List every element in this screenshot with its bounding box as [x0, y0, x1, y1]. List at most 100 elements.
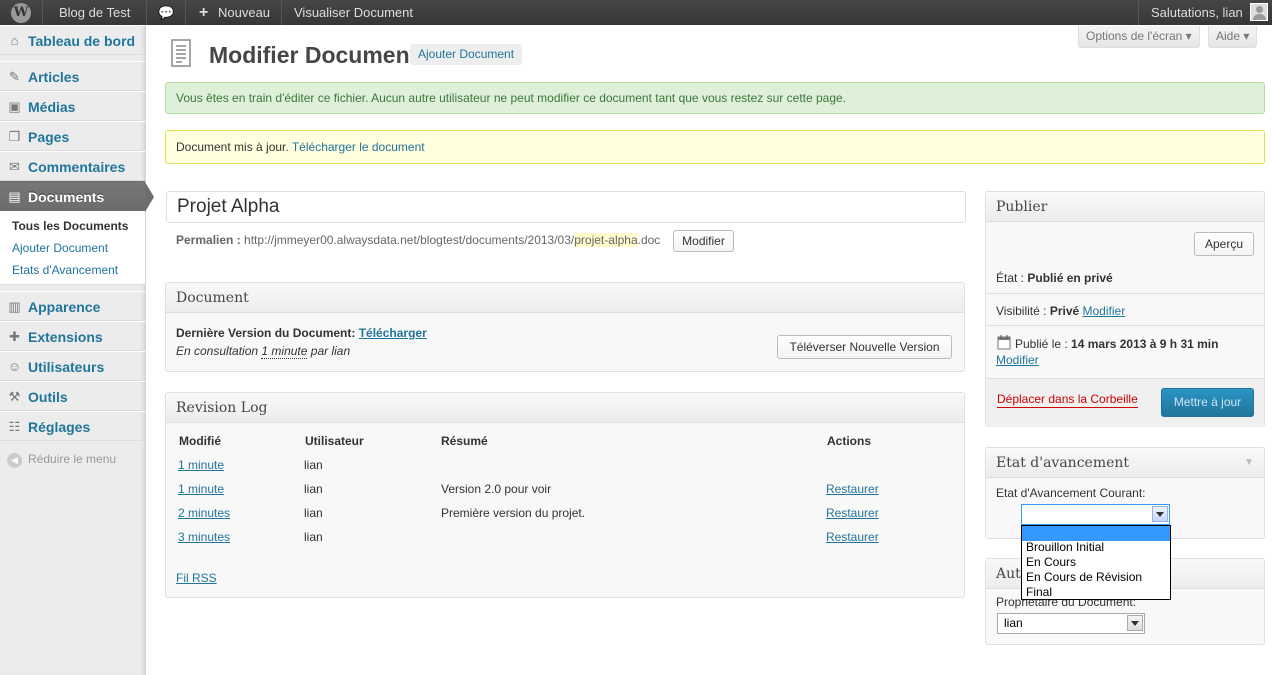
- visibility-label: Visibilité :: [996, 304, 1047, 318]
- column-actions: Actions: [827, 434, 872, 448]
- edit-visibility-link[interactable]: Modifier: [1083, 304, 1126, 318]
- toggle-arrow-icon[interactable]: ▼: [1244, 448, 1254, 478]
- collapse-arrow-icon: ◀: [7, 453, 22, 468]
- published-label: Publié le :: [1015, 337, 1068, 351]
- divider: [986, 293, 1264, 294]
- collapse-menu-button[interactable]: ◀ Réduire le menu: [7, 452, 116, 468]
- column-modified: Modifié: [179, 434, 221, 448]
- select-arrow-icon[interactable]: [1127, 615, 1143, 631]
- submenu-workflow-states[interactable]: Etats d'Avancement: [12, 263, 118, 277]
- menu-label: Utilisateurs: [28, 359, 105, 375]
- admin-bar-separator: [146, 0, 147, 25]
- submenu-add-document[interactable]: Ajouter Document: [12, 241, 108, 255]
- postbox-title[interactable]: Document: [166, 283, 964, 313]
- add-document-button[interactable]: Ajouter Document: [410, 44, 523, 65]
- greeting-link[interactable]: Salutations, lian: [1151, 0, 1243, 25]
- revision-summary: Première version du projet.: [441, 506, 586, 520]
- permalink-slug[interactable]: projet-alpha: [574, 233, 638, 247]
- revision-modified-link[interactable]: 1 minute: [178, 482, 224, 496]
- menu-label: Pages: [28, 129, 70, 145]
- menu-label: Outils: [28, 389, 68, 405]
- post-status: État : Publié en privé: [996, 271, 1113, 285]
- edit-lock-notice: Vous êtes en train d'éditer ce fichier. …: [165, 82, 1265, 114]
- revision-summary: Version 2.0 pour voir: [441, 482, 552, 496]
- view-document-link[interactable]: Visualiser Document: [294, 0, 413, 25]
- screen-options-button[interactable]: Options de l'écran ▾: [1078, 26, 1200, 48]
- menu-item-users[interactable]: ☺ Utilisateurs: [0, 351, 145, 381]
- menu-item-tools[interactable]: ⚒ Outils: [0, 381, 145, 411]
- menu-item-settings[interactable]: ☷ Réglages: [0, 411, 145, 441]
- revision-user: lian: [304, 458, 323, 472]
- updated-notice: Document mis à jour. Télécharger le docu…: [165, 130, 1265, 164]
- page-title: Modifier Document: [209, 42, 418, 68]
- option-final[interactable]: Final: [1022, 585, 1170, 600]
- admin-bar-separator: [281, 0, 282, 25]
- workflow-title: Etat d'avancement: [996, 455, 1130, 471]
- admin-menu: ⌂ Tableau de bord ✎ Articles ▣ Médias ❐ …: [0, 25, 154, 675]
- permalink: Permalien : http://jmmeyer00.alwaysdata.…: [176, 233, 660, 247]
- postbox-title[interactable]: Etat d'avancement ▼: [986, 448, 1264, 478]
- revision-user: lian: [304, 506, 323, 520]
- menu-item-documents[interactable]: ▤ Documents: [0, 181, 154, 212]
- admin-bar: W Blog de Test 💬 + Nouveau Visualiser Do…: [0, 0, 1272, 25]
- menu-item-media[interactable]: ▣ Médias: [0, 91, 145, 121]
- wordpress-logo-icon[interactable]: W: [11, 3, 31, 23]
- update-button[interactable]: Mettre à jour: [1161, 388, 1254, 417]
- option-in-progress[interactable]: En Cours: [1022, 555, 1170, 570]
- restore-revision-link[interactable]: Restaurer: [826, 482, 879, 496]
- pages-icon: ❐: [8, 129, 21, 144]
- help-button[interactable]: Aide ▾: [1208, 26, 1258, 48]
- updated-text: Document mis à jour.: [176, 140, 289, 154]
- menu-item-dashboard[interactable]: ⌂ Tableau de bord: [0, 25, 145, 55]
- column-summary: Résumé: [441, 434, 488, 448]
- option-initial-draft[interactable]: Brouillon Initial: [1022, 540, 1170, 555]
- menu-item-comments[interactable]: ✉ Commentaires: [0, 151, 145, 181]
- plus-icon[interactable]: +: [199, 0, 208, 25]
- post-title-input[interactable]: Projet Alpha: [166, 191, 966, 223]
- select-arrow-icon[interactable]: [1152, 506, 1168, 522]
- download-latest-link[interactable]: Télécharger: [359, 326, 427, 340]
- postbox-title[interactable]: Publier: [986, 192, 1264, 222]
- document-owner-select[interactable]: lian: [997, 613, 1145, 634]
- revision-modified-link[interactable]: 3 minutes: [178, 530, 230, 544]
- menu-item-plugins[interactable]: ✚ Extensions: [0, 321, 145, 351]
- submenu-all-documents[interactable]: Tous les Documents: [12, 219, 128, 233]
- rss-feed-link[interactable]: Fil RSS: [176, 571, 217, 585]
- revision-user: lian: [304, 530, 323, 544]
- revision-modified-link[interactable]: 1 minute: [178, 458, 224, 472]
- edit-permalink-button[interactable]: Modifier: [673, 230, 734, 252]
- site-name-link[interactable]: Blog de Test: [59, 0, 130, 25]
- comments-icon[interactable]: 💬: [158, 0, 174, 25]
- pin-icon: ✎: [9, 69, 20, 84]
- move-to-trash-link[interactable]: Déplacer dans la Corbeille: [997, 392, 1138, 408]
- latest-version-label: Dernière Version du Document: Télécharge…: [176, 326, 427, 340]
- new-content-link[interactable]: Nouveau: [218, 0, 270, 25]
- upload-new-version-button[interactable]: Téléverser Nouvelle Version: [777, 335, 952, 359]
- admin-bar-separator: [185, 0, 186, 25]
- menu-item-pages[interactable]: ❐ Pages: [0, 121, 145, 151]
- appearance-icon: ▥: [8, 299, 21, 314]
- plugins-icon: ✚: [9, 329, 20, 344]
- workflow-state-select[interactable]: [1021, 504, 1170, 525]
- document-edit-icon: [171, 39, 191, 67]
- permalink-base: http://jmmeyer00.alwaysdata.net/blogtest…: [244, 233, 575, 247]
- post-visibility: Visibilité : Privé Modifier: [996, 304, 1125, 318]
- menu-label: Documents: [28, 189, 105, 205]
- divider: [986, 325, 1264, 326]
- restore-revision-link[interactable]: Restaurer: [826, 530, 879, 544]
- menu-label: Commentaires: [28, 159, 126, 175]
- revision-modified-link[interactable]: 2 minutes: [178, 506, 230, 520]
- option-in-review[interactable]: En Cours de Révision: [1022, 570, 1170, 585]
- menu-item-articles[interactable]: ✎ Articles: [0, 61, 145, 91]
- revision-user: lian: [304, 482, 323, 496]
- edit-date-link[interactable]: Modifier: [996, 353, 1039, 367]
- menu-item-appearance[interactable]: ▥ Apparence: [0, 291, 145, 321]
- preview-button[interactable]: Aperçu: [1194, 232, 1254, 256]
- postbox-title[interactable]: Revision Log: [166, 393, 964, 423]
- restore-revision-link[interactable]: Restaurer: [826, 506, 879, 520]
- status-label: État :: [996, 271, 1025, 285]
- avatar[interactable]: [1250, 3, 1268, 21]
- download-document-link[interactable]: Télécharger le document: [292, 140, 425, 154]
- calendar-icon: [997, 335, 1011, 350]
- option-empty[interactable]: [1022, 526, 1170, 541]
